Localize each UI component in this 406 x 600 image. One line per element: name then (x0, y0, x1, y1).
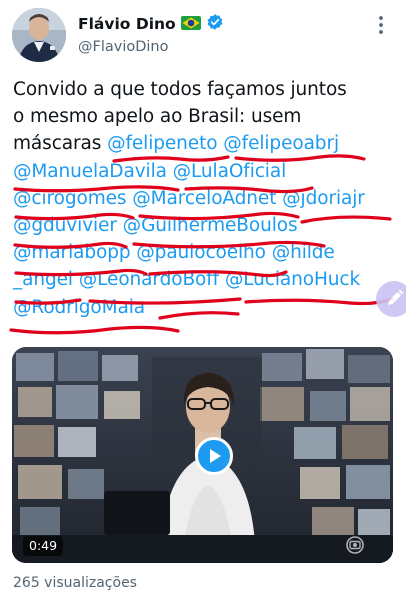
tweet-text: Convido a que todos façamos juntos o mesm… (13, 76, 397, 321)
more-options-button[interactable] (370, 14, 392, 36)
verified-badge-icon (206, 13, 224, 35)
mention-link[interactable]: @mariabopp (13, 242, 131, 263)
tweet-card: Flávio Dino @FlavioDino Convido a que to… (0, 0, 406, 600)
compose-button[interactable] (376, 281, 406, 317)
brazil-flag-icon (180, 15, 201, 34)
display-name-row: Flávio Dino (78, 13, 224, 35)
mention-link[interactable]: @cirogomes (13, 188, 127, 209)
mention-link[interactable]: @jdoriajr (282, 188, 365, 209)
avatar[interactable] (12, 8, 66, 62)
more-options-icon (379, 16, 383, 34)
tweet-text-line: @cirogomes @MarceloAdnet @jdoriajr (13, 185, 397, 212)
edit-pencil-icon (388, 289, 404, 305)
tweet-text-line: Convido a que todos façamos juntos (13, 76, 397, 103)
tweet-text-line: @gduvivier @GuilhermeBoulos (13, 212, 397, 239)
tweet-text-segment: Convido a que todos façamos juntos (13, 79, 347, 100)
tweet-text-line: @mariabopp @paulocoelho @hilde (13, 239, 397, 266)
tweet-text-line: @RodrigoMaia (13, 294, 397, 321)
play-button[interactable] (195, 437, 233, 475)
play-icon (210, 449, 221, 463)
mention-link[interactable]: @hilde (272, 242, 335, 263)
mention-link[interactable]: @LulaOficial (173, 161, 287, 182)
author-block: Flávio Dino @FlavioDino (78, 13, 224, 55)
tweet-text-segment: o mesmo apelo ao Brasil: usem (13, 106, 302, 128)
mention-link[interactable]: _angel (13, 269, 73, 290)
avatar-photo (12, 8, 66, 62)
mention-link[interactable]: @ManuelaDavila (13, 161, 167, 182)
tweet-text-line: _angel @LeonardoBoff @LucianoHuck (13, 266, 397, 293)
tweet-text-line: máscaras @felipeneto @felipeoabrj (13, 130, 397, 157)
display-name[interactable]: Flávio Dino (78, 15, 176, 33)
tweet-text-line: @ManuelaDavila @LulaOficial (13, 158, 397, 185)
globo-logo-icon (346, 536, 364, 554)
mention-link[interactable]: @felipeoabrj (223, 133, 339, 154)
view-count: 265 visualizações (13, 575, 137, 591)
mention-link[interactable]: @LucianoHuck (225, 269, 360, 290)
mention-link[interactable]: @MarceloAdnet (132, 188, 276, 209)
tweet-text-line: o mesmo apelo ao Brasil: usem (13, 103, 397, 130)
tweet-header: Flávio Dino @FlavioDino (12, 8, 394, 64)
mention-link[interactable]: @GuilhermeBoulos (123, 215, 298, 236)
mention-link[interactable]: @RodrigoMaia (13, 297, 145, 318)
tweet-text-segment: máscaras (13, 133, 108, 155)
video-duration: 0:49 (23, 536, 64, 556)
mention-link[interactable]: @gduvivier (13, 215, 117, 236)
video-player[interactable]: 0:49 (12, 347, 393, 563)
author-handle[interactable]: @FlavioDino (78, 39, 224, 55)
mention-link[interactable]: @LeonardoBoff (79, 269, 219, 290)
mention-link[interactable]: @paulocoelho (136, 242, 266, 263)
mention-link[interactable]: @felipeneto (107, 133, 217, 154)
